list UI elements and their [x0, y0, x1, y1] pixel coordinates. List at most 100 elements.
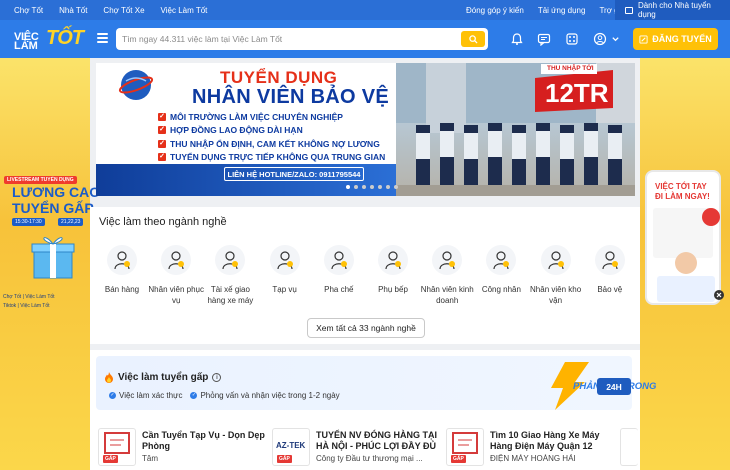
- job-company: Tâm: [142, 454, 158, 463]
- employer-link[interactable]: Dành cho Nhà tuyển dụng: [615, 0, 730, 20]
- hero-banner[interactable]: TUYỂN DỤNG NHÂN VIÊN BẢO VỆ ✓ MÔI TRƯỜNG …: [96, 63, 635, 196]
- category-list: Bán hàng Nhân viên phục vụ Tài xế giao hàn…: [94, 245, 634, 315]
- job-thumbnail: [620, 428, 638, 466]
- manage-icon[interactable]: [565, 32, 579, 46]
- edit-icon: [639, 34, 648, 44]
- top-link-cho-tot[interactable]: Chợ Tốt: [14, 6, 43, 15]
- search-button[interactable]: [461, 31, 485, 47]
- logo-brand: TỐT: [46, 27, 84, 49]
- job-card[interactable]: GẤP Cần Tuyển Tạp Vụ - Dọn Dẹp Phòng Tâm: [98, 428, 268, 470]
- security-guard-icon: [594, 245, 625, 275]
- briefcase-icon: [625, 6, 633, 14]
- top-bar: Chợ Tốt Nhà Tốt Chợ Tốt Xe Việc Làm Tốt …: [0, 0, 730, 20]
- top-link-nha-tot[interactable]: Nhà Tốt: [59, 6, 87, 15]
- chevron-down-icon[interactable]: [611, 32, 620, 46]
- hero-bullet: ✓ TUYỂN DỤNG TRỰC TIẾP KHÔNG QUA TRUNG GI…: [158, 152, 386, 163]
- category-item[interactable]: Bán hàng: [94, 245, 150, 296]
- kitchen-helper-icon: [378, 245, 408, 275]
- urgent-badge: GẤP: [277, 455, 292, 463]
- employer-label: Dành cho Nhà tuyển dụng: [637, 1, 711, 19]
- category-label: Pha chế: [324, 285, 354, 294]
- job-card[interactable]: GẤP Tìm 10 Giao Hàng Xe Máy Hàng Điện Má…: [446, 428, 616, 470]
- post-job-label: ĐĂNG TUYỂN: [652, 34, 712, 44]
- left-side-banner[interactable]: LIVESTREAM TUYỂN DỤNG LƯƠNG CAO TUYỂN GẤ…: [0, 170, 100, 318]
- job-card-partial[interactable]: [620, 428, 638, 470]
- delivery-rider-icon: [215, 245, 246, 275]
- category-label: Nhân viên kho vận: [530, 285, 582, 305]
- gift-box-icon: [31, 237, 75, 279]
- urgent-badge: GẤP: [451, 455, 466, 463]
- company-globe-logo: [118, 70, 154, 100]
- check-icon: ✓: [158, 139, 166, 148]
- category-item[interactable]: Nhân viên kinh doanh: [419, 245, 475, 306]
- urgent-title-label: Việc làm tuyển gấp: [118, 372, 209, 383]
- hamburger-menu-icon[interactable]: [97, 33, 108, 43]
- category-item[interactable]: Công nhân: [473, 245, 529, 296]
- category-item[interactable]: Bảo vệ: [582, 245, 638, 296]
- category-label: Công nhân: [481, 285, 521, 294]
- sales-person-icon: [107, 245, 137, 275]
- category-item[interactable]: Nhân viên phục vụ: [148, 245, 204, 306]
- worker-icon: [486, 245, 517, 275]
- see-all-categories-button[interactable]: Xem tất cả 33 ngành nghề: [307, 318, 425, 338]
- check-circle-icon: ✓: [109, 392, 116, 399]
- feedback-link[interactable]: Đóng góp ý kiến: [466, 6, 524, 15]
- job-title: Cần Tuyển Tạp Vụ - Dọn Dẹp Phòng: [142, 430, 265, 451]
- category-label: Nhân viên phục vụ: [148, 285, 204, 305]
- category-item[interactable]: Nhân viên kho vận: [528, 245, 584, 306]
- job-thumbnail: GẤP: [446, 428, 484, 466]
- category-label: Phụ bếp: [378, 285, 408, 294]
- job-company: Công ty Đầu tư thương mại ...: [316, 454, 423, 463]
- job-thumbnail: AZ-TEK GẤP: [272, 428, 310, 466]
- logo-line2: LÀM: [14, 40, 38, 52]
- right-ad-line1: VIỆC TỚI TAY: [655, 182, 707, 191]
- user-avatar-icon[interactable]: [593, 32, 607, 46]
- warehouse-icon: [540, 245, 571, 275]
- check-icon: ✓: [158, 112, 166, 121]
- categories-section: Việc làm theo ngành nghề Bán hàng Nhân vi…: [90, 207, 640, 344]
- chat-icon[interactable]: [537, 32, 551, 46]
- category-item[interactable]: Pha chế: [311, 245, 367, 296]
- right-side-banner[interactable]: VIỆC TỚI TAY ĐI LÀM NGAY!: [640, 170, 730, 305]
- close-ad-icon[interactable]: [714, 290, 724, 300]
- hero-hotline: LIÊN HỆ HOTLINE/ZALO: 0911795544: [224, 167, 364, 181]
- top-link-viec-lam-tot[interactable]: Việc Làm Tốt: [161, 6, 208, 15]
- category-label: Nhân viên kinh doanh: [420, 285, 474, 305]
- bartender-icon: [323, 245, 354, 275]
- top-link-cho-tot-xe[interactable]: Chợ Tốt Xe: [103, 6, 144, 15]
- check-icon: ✓: [158, 126, 166, 135]
- top-links: Chợ Tốt Nhà Tốt Chợ Tốt Xe Việc Làm Tốt: [14, 0, 207, 20]
- left-ad-source2: Tiktok | Việc Làm Tốt: [3, 303, 50, 309]
- download-app-link[interactable]: Tải ứng dụng: [538, 6, 586, 15]
- check-circle-icon: ✓: [190, 392, 198, 399]
- phone-mockup: VIỆC TỚI TAY ĐI LÀM NGAY!: [645, 170, 721, 305]
- category-label: Bảo vệ: [597, 285, 623, 294]
- hero-bullet: ✓ MÔI TRƯỜNG LÀM VIỆC CHUYÊN NGHIỆP: [158, 111, 343, 122]
- business-person-icon: [432, 245, 463, 275]
- hero-bullet: ✓ HỢP ĐỒNG LAO ĐỘNG DÀI HẠN: [158, 125, 303, 136]
- fire-icon: [105, 372, 113, 383]
- search-bar: [116, 28, 488, 50]
- post-job-button[interactable]: ĐĂNG TUYỂN: [633, 28, 718, 50]
- urgent-jobs-section: Việc làm tuyển gấp i ✓ Việc làm xác thực …: [90, 350, 656, 470]
- bell-icon[interactable]: [510, 32, 524, 46]
- red-badge-icon: [702, 208, 720, 226]
- left-ad-dates: 21,22,23: [58, 218, 84, 226]
- urgent-checks: ✓ Việc làm xác thực ✓ Phỏng vấn và nhận vi…: [109, 391, 340, 400]
- left-ad-source1: Chợ Tốt | Việc Làm Tốt: [3, 294, 55, 300]
- urgent-badge: GẤP: [103, 455, 118, 463]
- carousel-dots[interactable]: [346, 185, 398, 189]
- category-item[interactable]: Tạp vụ: [257, 245, 313, 296]
- search-input[interactable]: [122, 30, 452, 48]
- phone-card: [657, 276, 715, 302]
- category-item[interactable]: Tài xế giao hàng xe máy: [202, 245, 258, 306]
- left-ad-time: 15:30-17:30: [12, 218, 45, 226]
- job-company: ĐIỆN MÁY HOÀNG HẢI: [490, 454, 576, 463]
- categories-title: Việc làm theo ngành nghề: [99, 216, 227, 228]
- hero-bullet: ✓ THU NHẬP ỔN ĐỊNH, CAM KẾT KHÔNG NỢ LƯƠN…: [158, 138, 380, 149]
- urgent-check-item: ✓ Phỏng vấn và nhận việc trong 1-2 ngày: [190, 391, 340, 400]
- category-item[interactable]: Phụ bếp: [365, 245, 421, 296]
- info-icon[interactable]: i: [212, 373, 222, 382]
- reply-hours-badge: 24H: [597, 378, 631, 395]
- job-card[interactable]: AZ-TEK GẤP TUYỂN NV ĐÓNG HÀNG TẠI HÀ NỘI…: [272, 428, 442, 470]
